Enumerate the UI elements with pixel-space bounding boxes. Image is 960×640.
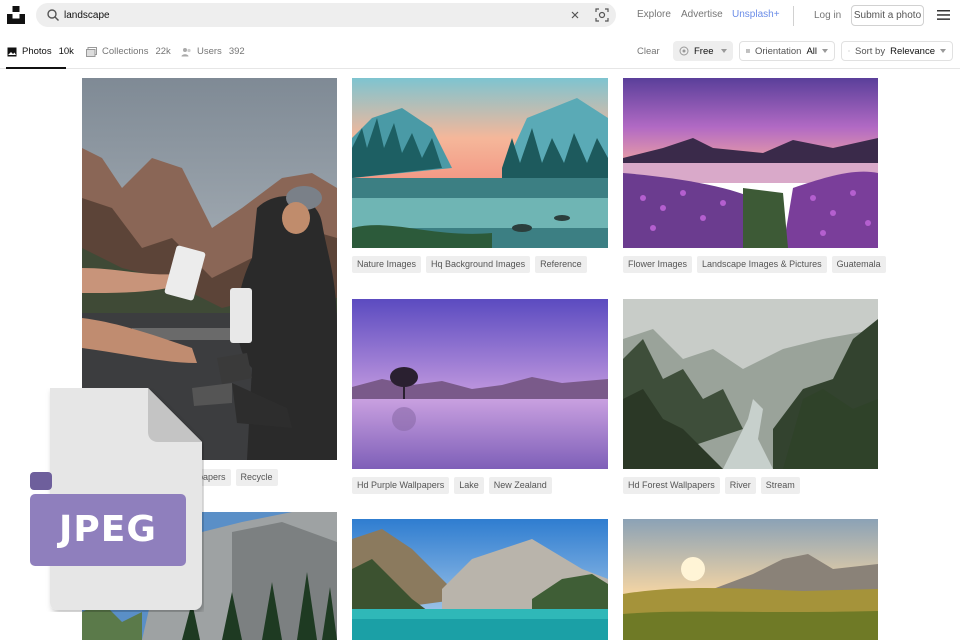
tag-chip[interactable]: Stream xyxy=(760,477,800,494)
tag-chip[interactable]: Hd Purple Wallpapers xyxy=(352,477,450,494)
clear-filters-link[interactable]: Clear xyxy=(637,46,660,57)
chevron-down-icon xyxy=(940,49,946,53)
collections-icon xyxy=(86,46,97,57)
nav-advertise[interactable]: Advertise xyxy=(681,9,723,20)
login-link[interactable]: Log in xyxy=(814,10,841,21)
sort-filter-dropdown[interactable]: Sort by Relevance xyxy=(841,41,953,61)
tag-chip[interactable]: Recycle xyxy=(235,469,278,486)
nav-unsplash-plus[interactable]: Unsplash+ xyxy=(732,9,780,20)
license-filter-value: Free xyxy=(694,45,714,57)
nav-explore[interactable]: Explore xyxy=(637,9,671,20)
photo-turquoise-lake[interactable] xyxy=(352,519,608,640)
photo-purple-lake-tree-image xyxy=(352,299,608,469)
photo-sunset-meadow[interactable] xyxy=(623,519,878,640)
tab-users-label: Users xyxy=(197,46,222,57)
header-divider xyxy=(793,6,794,26)
jpeg-file-type-label: JPEG xyxy=(59,509,157,550)
users-icon xyxy=(181,47,191,56)
search-input[interactable] xyxy=(64,6,544,24)
photo-purple-lake-tree-tags: Hd Purple Wallpapers Lake New Zealand xyxy=(352,477,552,494)
tab-collections-count: 22k xyxy=(155,46,171,57)
photo-teal-lake[interactable] xyxy=(352,78,608,248)
tab-collections-label: Collections xyxy=(102,46,149,57)
tag-chip[interactable]: Lake xyxy=(454,477,484,494)
orientation-filter-dropdown[interactable]: Orientation All xyxy=(739,41,835,61)
search-icon xyxy=(47,9,59,21)
hamburger-menu-icon[interactable] xyxy=(937,9,950,21)
visual-search-icon[interactable] xyxy=(594,7,610,23)
tag-chip[interactable]: River xyxy=(724,477,756,494)
active-tab-indicator xyxy=(6,67,66,69)
orientation-icon xyxy=(746,49,750,53)
photo-purple-flowers-image xyxy=(623,78,878,248)
photo-purple-flowers[interactable] xyxy=(623,78,878,248)
unsplash-logo-icon[interactable] xyxy=(7,6,25,24)
tag-chip[interactable]: New Zealand xyxy=(488,477,552,494)
photo-icon xyxy=(7,47,17,56)
photo-misty-forest-tags: Hd Forest Wallpapers River Stream xyxy=(623,477,800,494)
photo-friends-canyon-tags: papers Recycle xyxy=(193,469,278,486)
tag-chip[interactable]: Landscape Images & Pictures xyxy=(697,256,827,273)
license-icon xyxy=(679,46,689,56)
orientation-filter-label: Orientation xyxy=(754,45,802,57)
orientation-filter-value: All xyxy=(806,45,817,57)
tab-photos[interactable]: Photos 10k xyxy=(7,46,74,57)
sort-filter-label: Sort by xyxy=(855,45,886,57)
license-filter-dropdown[interactable]: Free xyxy=(673,41,733,61)
search-bar[interactable] xyxy=(36,3,616,27)
clear-search-icon[interactable] xyxy=(568,8,582,22)
photo-sunset-meadow-image xyxy=(623,519,878,640)
tag-chip[interactable]: Hd Forest Wallpapers xyxy=(623,477,720,494)
photo-teal-lake-tags: Nature Images Hq Background Images Refer… xyxy=(352,256,587,273)
sort-filter-value: Relevance xyxy=(890,45,935,57)
tab-collections[interactable]: Collections 22k xyxy=(86,46,171,57)
tag-chip[interactable]: Guatemala xyxy=(831,256,886,273)
photo-misty-forest[interactable] xyxy=(623,299,878,469)
chevron-down-icon xyxy=(721,49,727,53)
tag-chip[interactable]: Reference xyxy=(535,256,587,273)
submit-photo-button[interactable]: Submit a photo xyxy=(851,5,924,26)
tab-photos-label: Photos xyxy=(22,46,52,57)
tag-chip[interactable]: Nature Images xyxy=(352,256,422,273)
tab-users[interactable]: Users 392 xyxy=(181,46,245,57)
tag-chip[interactable]: Flower Images xyxy=(623,256,693,273)
photo-teal-lake-image xyxy=(352,78,608,248)
photo-purple-flowers-tags: Flower Images Landscape Images & Picture… xyxy=(623,256,886,273)
photo-purple-lake-tree[interactable] xyxy=(352,299,608,469)
photo-turquoise-lake-image xyxy=(352,519,608,640)
tab-photos-count: 10k xyxy=(58,46,74,57)
sort-icon xyxy=(848,49,850,53)
tab-users-count: 392 xyxy=(228,46,245,57)
photo-misty-forest-image xyxy=(623,299,878,469)
tag-chip[interactable]: Hq Background Images xyxy=(426,256,531,273)
chevron-down-icon xyxy=(822,49,828,53)
top-header: Explore Advertise Unsplash+ Log in Submi… xyxy=(0,0,960,32)
